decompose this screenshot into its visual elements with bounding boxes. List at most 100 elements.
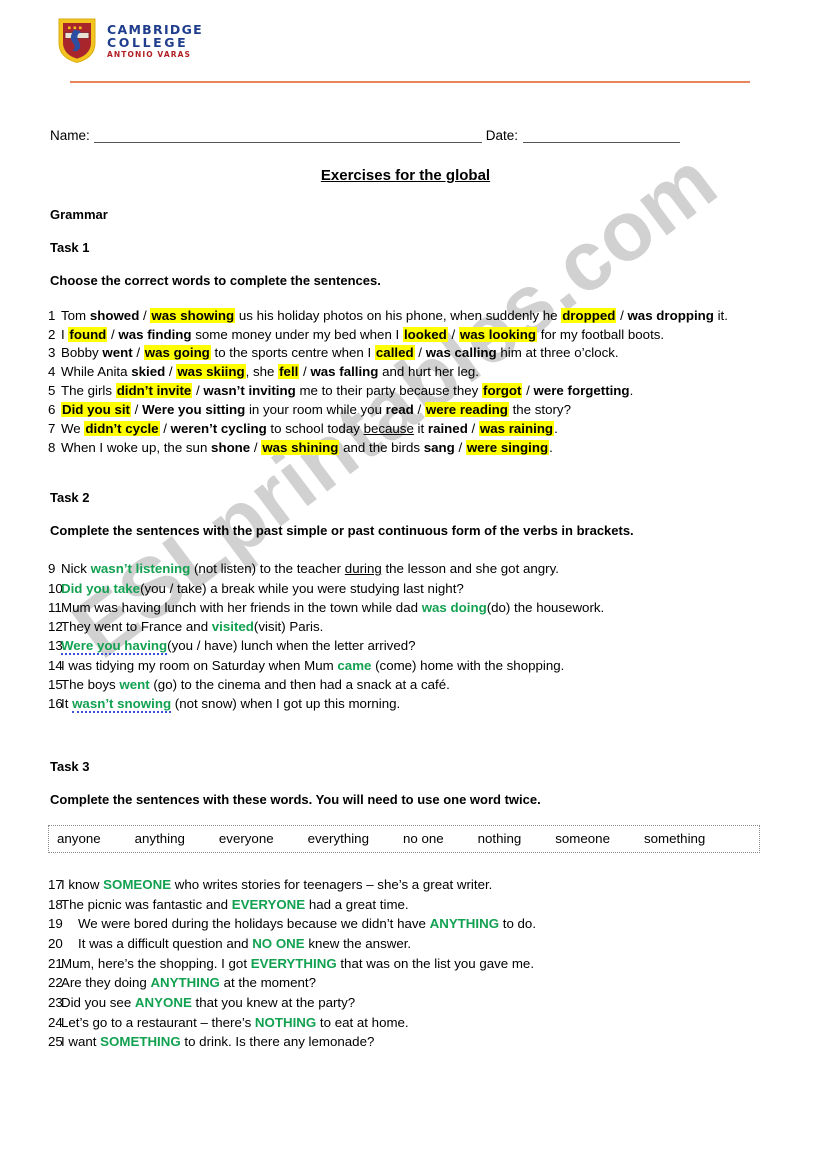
question-text: rained [427,420,468,436]
question-text: weren’t cycling [170,420,267,436]
question-text: sang [423,439,455,455]
question-text: / [454,439,466,455]
question-text: / [130,402,143,417]
question-number: 1 [48,307,56,323]
task3-question-list: 17I know SOMEONE who writes stories for … [48,875,764,1052]
question-text: . [549,439,553,455]
question-item: 8 When I woke up, the sun shone / was shi… [48,439,764,458]
filled-answer: SOMEONE [103,877,172,892]
highlighted-answer: dropped [561,307,617,323]
question-number: 24 [48,1014,63,1030]
question-item: 9 Nick wasn’t listening (not listen) to t… [48,559,764,578]
shield-crest-icon [58,18,96,64]
question-text: . [629,383,634,399]
question-text: that was on the list you gave me. [336,955,535,971]
question-number: 10 [48,580,63,596]
question-number: 5 [48,383,56,399]
task2-heading: Task 2 [50,489,90,505]
header-divider [70,81,750,83]
question-text: the story? [508,402,571,417]
filled-answer: wasn’t snowing [72,696,172,714]
question-text: . [554,420,558,436]
question-text: / [467,420,479,436]
question-item: 12They went to France and visited(visit)… [48,617,764,636]
date-label: Date: [485,128,519,143]
question-text: showed [89,307,140,323]
word-bank-item: someone [555,831,610,846]
question-number: 22 [48,975,63,991]
question-text: that you knew at the party? [191,995,356,1011]
question-text: / [192,383,204,399]
question-number: 3 [48,345,56,361]
question-text: (go) to the cinema and then had a snack … [149,676,450,692]
filled-answer: SOMETHING [100,1034,181,1050]
name-label: Name: [50,128,90,143]
highlighted-answer: were reading [424,402,509,417]
question-text: to the sports centre when I [210,345,375,361]
question-text: in your room while you [245,402,386,417]
question-text: and the birds [339,439,424,455]
question-text: to eat at home. [316,1014,409,1030]
highlighted-answer: looked [402,326,448,342]
page-title: Exercises for the global [320,167,491,184]
question-text: I was tidying my room on Saturday when M… [61,657,338,673]
question-text: / [165,364,177,380]
question-text: Tom [61,307,90,323]
question-text: I want [61,1034,101,1050]
word-bank: anyone anything everyone everything no one no… [48,825,760,853]
question-text: We were bored during the holidays becaus… [78,916,430,932]
filled-answer: was doing [421,599,487,615]
highlighted-answer: found [68,326,108,342]
question-item: 16It wasn’t snowing (not snow) when I go… [48,694,764,714]
question-number: 20 [48,936,63,952]
question-number: 2 [48,326,56,342]
question-item: 10Did you take(you / take) a break while… [48,579,764,598]
logo-line-2: COLLEGE [107,35,189,51]
question-text: him at three o’clock. [496,345,619,361]
question-item: 6 Did you sit / Were you sitting in your … [48,401,764,420]
highlighted-answer: was raining [478,420,555,436]
date-input-line[interactable] [523,128,681,143]
question-item: 19 We were bored during the holidays beca… [48,914,764,934]
highlighted-answer: was shining [261,439,340,455]
filled-answer: ANYTHING [150,975,220,991]
question-text: Are they doing [61,975,151,991]
question-text: The picnic was fantastic and [61,896,232,912]
question-number: 21 [48,955,63,971]
question-text: because [363,420,414,436]
question-item: 5 The girls didn’t invite / wasn’t inviti… [48,382,764,401]
question-text: had a great time. [305,896,409,912]
question-number: 9 [48,561,56,577]
question-text: was dropping [627,307,714,323]
question-item: 14I was tidying my room on Saturday when… [48,656,764,675]
name-input-line[interactable] [93,128,482,143]
question-number: 8 [48,439,56,455]
task3-heading: Task 3 [50,759,90,775]
question-item: 21Mum, here’s the shopping. I got EVERYT… [48,954,764,974]
question-text: / [447,326,459,342]
question-text: / [414,345,426,361]
filled-answer: NO ONE [252,936,305,952]
question-text: When I woke up, the sun [61,439,212,455]
highlighted-answer: was skiing [176,364,246,380]
question-text: read [385,402,414,417]
question-text: Bobby [61,345,103,361]
question-text: / [616,307,628,323]
question-number: 13 [48,638,63,654]
question-item: 17I know SOMEONE who writes stories for … [48,875,764,895]
question-text: Let’s go to a restaurant – there’s [61,1014,255,1030]
question-text: It [61,696,73,712]
school-logo: CAMBRIDGE COLLEGE ANTONIO VARAS [57,16,203,64]
question-item: 2I found / was finding some money under … [48,326,764,345]
highlighted-answer: was showing [150,307,236,323]
question-item: 4 While Anita skied / was skiing, she fel… [48,363,764,382]
filled-answer: EVERYTHING [250,955,337,971]
task2-question-list: 9 Nick wasn’t listening (not listen) to t… [48,559,764,714]
question-item: 11Mum was having lunch with her friends … [48,598,764,617]
question-item: 13Were you having(you / have) lunch when… [48,636,764,656]
question-item: 3 Bobby went / was going to the sports ce… [48,344,764,363]
question-text: us his holiday photos on his phone, when… [235,307,562,323]
question-text: knew the answer. [304,936,412,952]
question-number: 18 [48,896,63,912]
question-text: The boys [61,676,120,692]
